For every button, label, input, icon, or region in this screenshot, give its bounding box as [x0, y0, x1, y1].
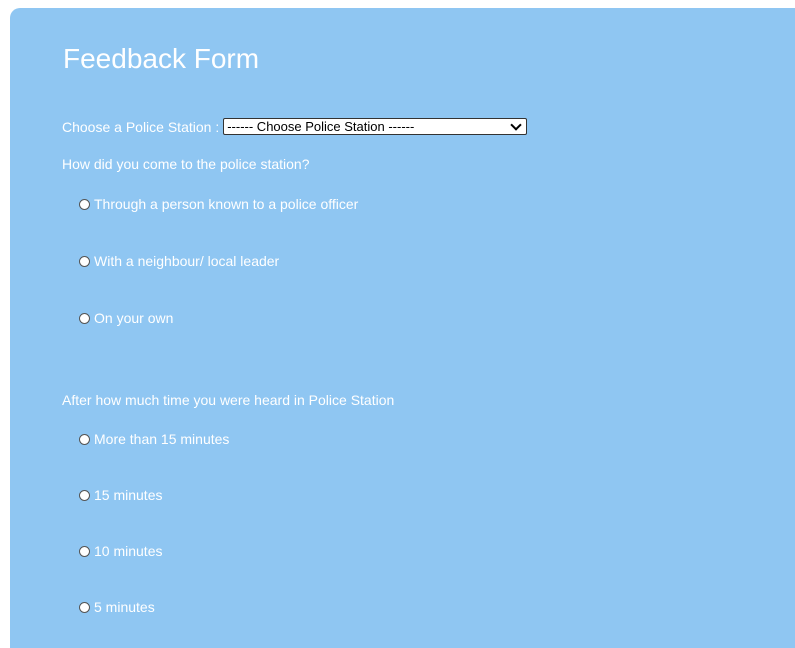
option-own[interactable]: On your own	[79, 310, 173, 326]
page-title: Feedback Form	[63, 43, 260, 74]
radio-button[interactable]	[79, 255, 90, 267]
police-station-select[interactable]: ------ Choose Police Station ------	[223, 118, 528, 135]
radio-button[interactable]	[79, 545, 90, 557]
option-more-15[interactable]: More than 15 minutes	[79, 431, 229, 447]
station-row: Choose a Police Station : ------ Choose …	[62, 118, 528, 135]
feedback-form-panel: Feedback Form Choose a Police Station : …	[10, 8, 795, 648]
option-15[interactable]: 15 minutes	[79, 487, 162, 503]
radio-button[interactable]	[79, 198, 90, 210]
option-label: With a neighbour/ local leader	[94, 253, 280, 269]
station-select-value: ------ Choose Police Station ------	[227, 119, 415, 134]
option-label: 5 minutes	[94, 599, 155, 615]
option-label: 10 minutes	[94, 543, 163, 559]
radio-button[interactable]	[79, 489, 90, 501]
option-label: More than 15 minutes	[94, 431, 230, 447]
option-neighbour-leader[interactable]: With a neighbour/ local leader	[79, 253, 279, 269]
option-known-officer[interactable]: Through a person known to a police offic…	[79, 196, 358, 212]
option-5[interactable]: 5 minutes	[79, 599, 155, 615]
option-label: On your own	[94, 310, 174, 326]
radio-button[interactable]	[79, 601, 90, 613]
question-wait-time: After how much time you were heard in Po…	[62, 392, 395, 408]
option-10[interactable]: 10 minutes	[79, 543, 162, 559]
chevron-down-icon	[510, 118, 522, 131]
station-label: Choose a Police Station :	[62, 118, 220, 135]
radio-button[interactable]	[79, 312, 90, 324]
option-label: 15 minutes	[94, 487, 163, 503]
question-arrival: How did you come to the police station?	[62, 156, 310, 172]
option-label: Through a person known to a police offic…	[94, 196, 359, 212]
radio-button[interactable]	[79, 433, 90, 445]
